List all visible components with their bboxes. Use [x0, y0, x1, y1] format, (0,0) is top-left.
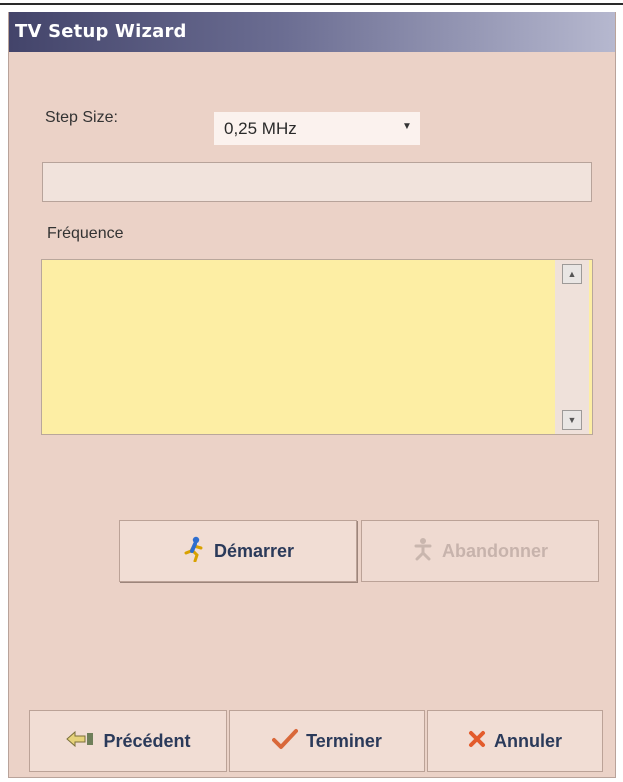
step-size-label: Step Size:: [45, 109, 118, 126]
cross-icon: [468, 730, 486, 753]
title-bar[interactable]: TV Setup Wizard: [9, 12, 615, 52]
frequency-list-scrollbar[interactable]: ▲ ▼: [555, 260, 589, 434]
checkmark-icon: [272, 728, 299, 755]
abort-button[interactable]: Abandonner: [361, 520, 599, 582]
cancel-button[interactable]: Annuler: [427, 710, 603, 772]
step-size-value: 0,25 MHz: [224, 119, 297, 138]
wizard-window: TV Setup Wizard Step Size: 0,25 MHz ▼ Fr…: [8, 12, 616, 778]
scan-progress-bar: [42, 162, 592, 202]
cancel-button-label: Annuler: [493, 730, 562, 751]
window-title: TV Setup Wizard: [15, 21, 187, 42]
previous-button[interactable]: Précédent: [29, 710, 227, 772]
scroll-up-icon[interactable]: ▲: [562, 264, 582, 284]
scroll-down-icon[interactable]: ▼: [562, 410, 582, 430]
start-button-label: Démarrer: [213, 540, 295, 561]
step-size-dropdown[interactable]: 0,25 MHz ▼: [214, 112, 420, 145]
frequency-label: Fréquence: [47, 225, 124, 242]
frequency-list[interactable]: [41, 259, 593, 435]
abort-button-label: Abandonner: [442, 540, 548, 561]
finish-button[interactable]: Terminer: [229, 710, 425, 772]
top-border-line: [0, 3, 623, 5]
finish-button-label: Terminer: [306, 730, 382, 751]
previous-button-label: Précédent: [103, 730, 191, 751]
back-arrow-icon: [65, 730, 95, 753]
dropdown-arrow-icon[interactable]: ▼: [400, 120, 414, 134]
start-button[interactable]: Démarrer: [119, 520, 357, 582]
running-person-icon: [182, 536, 206, 567]
stop-person-icon: [412, 537, 434, 566]
